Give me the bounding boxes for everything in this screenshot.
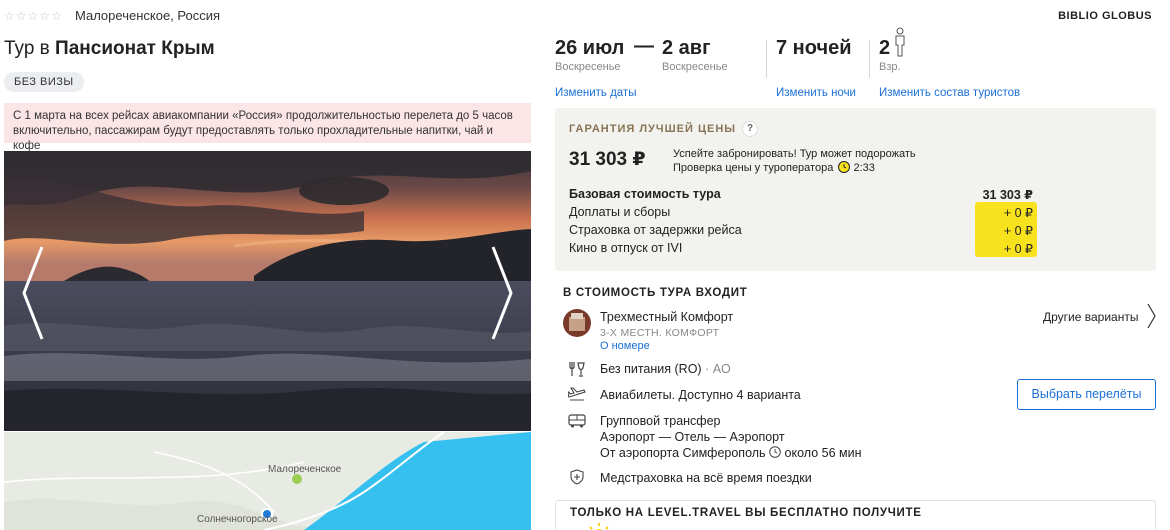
nights-count: 7 ночей <box>776 37 852 59</box>
date-dash: — <box>634 35 654 57</box>
chevron-right-icon[interactable] <box>1147 303 1156 329</box>
shield-plus-icon <box>570 469 584 485</box>
sun-icon <box>589 523 609 530</box>
best-price-guarantee: ГАРАНТИЯ ЛУЧШЕЙ ЦЕНЫ <box>569 123 737 135</box>
visa-badge: БЕЗ ВИЗЫ <box>4 72 84 92</box>
hurry-line-1: Успейте забронировать! Тур может подорож… <box>673 148 916 160</box>
meal-row: Без питания (RO) · AO <box>600 362 731 376</box>
star-icon: ☆ <box>39 9 51 23</box>
cost-value-fees: + 0 ₽ <box>1003 206 1033 220</box>
meal-plan: Без питания (RO) <box>600 362 702 376</box>
hotel-map[interactable]: Малореченское Солнечногорское <box>4 432 531 530</box>
clock-icon <box>769 446 781 458</box>
cost-label-fees: Доплаты и сборы <box>569 205 671 219</box>
title-prefix: Тур в <box>4 38 50 59</box>
meal-code: AO <box>712 362 731 376</box>
person-icon <box>895 27 905 57</box>
medical-insurance: Медстраховка на всё время поездки <box>600 471 812 485</box>
level-travel-bonuses: ТОЛЬКО НА LEVEL.TRAVEL ВЫ БЕСПЛАТНО ПОЛУ… <box>555 500 1156 530</box>
bonuses-title: ТОЛЬКО НА LEVEL.TRAVEL ВЫ БЕСПЛАТНО ПОЛУ… <box>570 507 922 519</box>
choose-flights-button[interactable]: Выбрать перелёты <box>1017 379 1156 410</box>
price-hurry-note: Успейте забронировать! Тур может подорож… <box>673 147 916 175</box>
tour-operator-brand: BIBLIO GLOBUS <box>1058 10 1152 22</box>
transfer-type: Групповой трансфер <box>600 414 721 428</box>
change-tourists-link[interactable]: Изменить состав туристов <box>879 87 1020 99</box>
price-check-text: Проверка цены у туроператора <box>673 162 834 174</box>
clock-icon <box>838 161 851 173</box>
sunset-sea-photo <box>4 151 531 431</box>
hotel-name: Пансионат Крым <box>55 38 215 59</box>
hotel-location: Малореченское, Россия <box>75 8 221 23</box>
total-price: 31 303 ₽ <box>569 149 646 170</box>
star-icon: ☆ <box>15 9 27 23</box>
change-dates-link[interactable]: Изменить даты <box>555 87 636 99</box>
change-nights-link[interactable]: Изменить ночи <box>776 87 856 99</box>
help-icon[interactable]: ? <box>742 121 758 137</box>
date-from: 26 июл <box>555 37 625 59</box>
page-title: Тур в Пансионат Крым <box>4 38 215 60</box>
other-variants-link[interactable]: Другие варианты <box>1043 310 1138 324</box>
room-name: Трехместный Комфорт <box>600 310 734 324</box>
adults-label: Взр. <box>879 61 901 73</box>
cost-value-base: 31 303 ₽ <box>982 188 1033 202</box>
star-icon: ☆ <box>27 9 39 23</box>
room-photo <box>563 309 591 337</box>
cost-value-delay-insurance: + 0 ₽ <box>1003 224 1033 238</box>
airline-notice: С 1 марта на всех рейсах авиакомпании «Р… <box>4 103 531 152</box>
hotel-photo <box>4 151 531 431</box>
about-room-link[interactable]: О номере <box>600 340 650 352</box>
bus-icon <box>568 414 586 428</box>
cost-label-ivi: Кино в отпуск от IVI <box>569 241 683 255</box>
star-rating: ☆ ☆ ☆ ☆ ☆ <box>4 9 62 23</box>
star-icon: ☆ <box>51 9 62 23</box>
divider <box>766 40 767 78</box>
chevron-left-icon[interactable] <box>18 243 48 343</box>
cost-label-base: Базовая стоимость тура <box>569 187 721 201</box>
flights-info: Авиабилеты. Доступно 4 варианта <box>600 388 801 402</box>
map-label-malorechenskoe: Малореченское <box>268 464 342 475</box>
price-box: ГАРАНТИЯ ЛУЧШЕЙ ЦЕНЫ ? 31 303 ₽ Успейте … <box>555 108 1156 271</box>
hurry-line-2: Проверка цены у туроператора 2:33 <box>673 161 916 175</box>
meal-icon <box>569 362 585 377</box>
divider <box>869 40 870 78</box>
room-thumbnail[interactable] <box>563 309 591 337</box>
date-to: 2 авг <box>662 37 711 59</box>
adults-count: 2 <box>879 37 891 59</box>
cost-label-delay-insurance: Страховка от задержки рейса <box>569 223 742 237</box>
transfer-time: около 56 мин <box>784 446 862 460</box>
star-icon: ☆ <box>4 9 15 23</box>
transfer-duration-row: От аэропорта Симферополь около 56 мин <box>600 446 861 460</box>
date-to-weekday: Воскресенье <box>662 61 728 73</box>
meal-separator: · <box>705 362 710 376</box>
airplane-icon <box>568 387 586 401</box>
date-from-weekday: Воскресенье <box>555 61 621 73</box>
transfer-from-airport: От аэропорта Симферополь <box>600 446 766 460</box>
chevron-right-icon[interactable] <box>487 243 517 343</box>
cost-value-ivi: + 0 ₽ <box>1003 242 1033 256</box>
price-timer: 2:33 <box>853 162 875 174</box>
room-type: 3-Х МЕСТН. КОМФОРТ <box>600 327 720 339</box>
map-label-solnechnogorskoe: Солнечногорское <box>197 514 278 525</box>
transfer-route: Аэропорт — Отель — Аэропорт <box>600 430 785 444</box>
included-title: В СТОИМОСТЬ ТУРА ВХОДИТ <box>563 287 748 299</box>
